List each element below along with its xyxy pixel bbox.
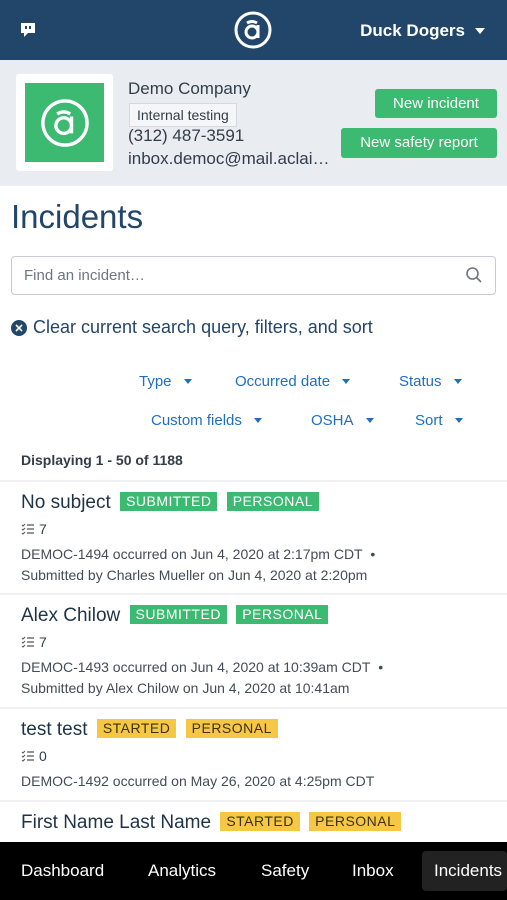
- filter-osha[interactable]: OSHA: [311, 412, 374, 429]
- company-tag: Internal testing: [129, 103, 237, 127]
- chat-bubble-icon[interactable]: [14, 16, 42, 44]
- search-icon[interactable]: [465, 266, 483, 284]
- filter-status-label: Status: [399, 373, 442, 390]
- chevron-down-icon: [183, 379, 192, 384]
- task-count-value: 7: [39, 521, 47, 537]
- result-count: Displaying 1 - 50 of 1188: [21, 452, 183, 468]
- filter-sort[interactable]: Sort: [415, 412, 463, 429]
- clear-filters-link[interactable]: Clear current search query, filters, and…: [11, 317, 373, 338]
- filter-sort-label: Sort: [415, 412, 443, 429]
- filter-custom-fields-label: Custom fields: [151, 412, 242, 429]
- incident-row[interactable]: test test STARTED PERSONAL 0 DEMOC-1492 …: [0, 707, 507, 800]
- status-badge: SUBMITTED: [120, 492, 218, 511]
- incident-occurred: DEMOC-1494 occurred on Jun 4, 2020 at 2:…: [21, 546, 375, 562]
- incident-row[interactable]: Alex Chilow SUBMITTED PERSONAL 7 DEMOC-1…: [0, 593, 507, 707]
- company-email: inbox.democ@mail.aclaimant.com: [128, 149, 334, 168]
- company-panel: Demo Company Internal testing (312) 487-…: [0, 60, 507, 186]
- user-name: Duck Dogers: [360, 21, 465, 40]
- new-incident-button[interactable]: New incident: [375, 89, 497, 118]
- incident-subject-row: test test STARTED PERSONAL: [21, 719, 278, 741]
- filter-type-label: Type: [139, 373, 172, 390]
- filter-occurred-date[interactable]: Occurred date: [235, 373, 351, 390]
- chevron-down-icon: [453, 379, 462, 384]
- filter-custom-fields[interactable]: Custom fields: [151, 412, 262, 429]
- user-menu[interactable]: Duck Dogers: [360, 18, 485, 44]
- incident-row[interactable]: No subject SUBMITTED PERSONAL 7 DEMOC-14…: [0, 480, 507, 593]
- close-circle-icon: [11, 319, 27, 336]
- incident-subject: Alex Chilow: [21, 605, 121, 626]
- incident-subject-row: No subject SUBMITTED PERSONAL: [21, 492, 319, 514]
- task-count-value: 0: [39, 748, 47, 764]
- company-logo-icon: [40, 98, 89, 147]
- nav-dashboard[interactable]: Dashboard: [21, 842, 104, 900]
- chevron-down-icon: [253, 418, 262, 423]
- incident-subject: No subject: [21, 492, 111, 513]
- category-badge: PERSONAL: [236, 605, 329, 624]
- nav-incidents[interactable]: Incidents: [422, 851, 507, 891]
- filter-type[interactable]: Type: [139, 373, 192, 390]
- incident-subject: test test: [21, 719, 88, 740]
- nav-inbox[interactable]: Inbox: [352, 842, 394, 900]
- search-box: [11, 256, 496, 295]
- bottom-nav: Dashboard Analytics Safety Inbox Inciden…: [0, 842, 507, 900]
- task-count: 7: [21, 521, 47, 537]
- filter-occurred-date-label: Occurred date: [235, 373, 331, 390]
- incident-occurred: DEMOC-1492 occurred on May 26, 2020 at 4…: [21, 773, 375, 789]
- clear-filters-label: Clear current search query, filters, and…: [33, 317, 373, 337]
- company-name: Demo Company: [128, 79, 251, 98]
- filter-status[interactable]: Status: [399, 373, 462, 390]
- incident-occurred-text: DEMOC-1494 occurred on Jun 4, 2020 at 2:…: [21, 546, 363, 562]
- new-safety-report-button[interactable]: New safety report: [341, 128, 497, 158]
- checklist-icon: [21, 636, 34, 648]
- incident-occurred-text: DEMOC-1493 occurred on Jun 4, 2020 at 10…: [21, 659, 371, 675]
- incident-occurred: DEMOC-1493 occurred on Jun 4, 2020 at 10…: [21, 659, 383, 675]
- checklist-icon: [21, 750, 34, 762]
- incident-subject-row: First Name Last Name STARTED PERSONAL: [21, 812, 402, 834]
- incident-subject: First Name Last Name: [21, 812, 212, 833]
- chevron-down-icon: [342, 379, 351, 384]
- top-bar: Duck Dogers: [0, 0, 507, 60]
- incident-subject-row: Alex Chilow SUBMITTED PERSONAL: [21, 605, 329, 627]
- incident-submitted: Submitted by Alex Chilow on Jun 4, 2020 …: [21, 680, 350, 696]
- nav-analytics[interactable]: Analytics: [148, 842, 216, 900]
- category-badge: PERSONAL: [309, 812, 402, 831]
- aclaimant-logo-icon[interactable]: [233, 10, 273, 50]
- company-logo: [16, 74, 113, 171]
- incident-submitted: Submitted by Charles Mueller on Jun 4, 2…: [21, 567, 368, 583]
- bullet: •: [370, 546, 376, 562]
- search-input[interactable]: [24, 257, 454, 294]
- task-count: 7: [21, 634, 47, 650]
- chevron-down-icon: [475, 28, 485, 34]
- task-count: 0: [21, 748, 47, 764]
- filter-osha-label: OSHA: [311, 412, 354, 429]
- nav-safety[interactable]: Safety: [261, 842, 309, 900]
- page-title: Incidents: [11, 198, 144, 235]
- company-phone: (312) 487-3591: [128, 126, 245, 145]
- chevron-down-icon: [454, 418, 463, 423]
- task-count-value: 7: [39, 634, 47, 650]
- category-badge: PERSONAL: [185, 719, 278, 738]
- checklist-icon: [21, 523, 34, 535]
- bullet: •: [378, 659, 384, 675]
- status-badge: STARTED: [96, 719, 177, 738]
- status-badge: STARTED: [220, 812, 300, 831]
- status-badge: SUBMITTED: [129, 605, 227, 624]
- category-badge: PERSONAL: [226, 492, 319, 511]
- chevron-down-icon: [365, 418, 374, 423]
